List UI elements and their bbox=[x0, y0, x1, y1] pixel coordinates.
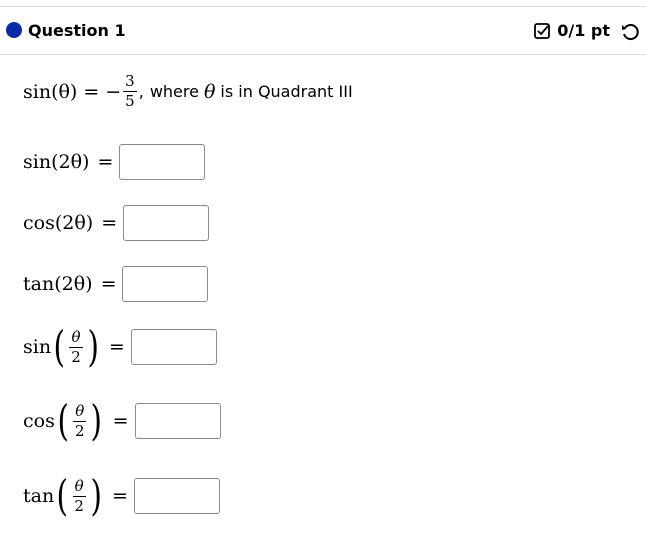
equals-sign: = bbox=[100, 273, 117, 295]
answer-input-cos-half-theta[interactable] bbox=[134, 403, 221, 439]
half-angle-fraction: θ 2 bbox=[69, 327, 83, 366]
equals-sign: = bbox=[101, 212, 118, 234]
prompt-fraction: 3 5 bbox=[123, 74, 137, 109]
row-cos-half-theta: cos ( θ 2 ) = bbox=[23, 400, 221, 442]
fn-label: sin bbox=[23, 151, 52, 173]
status-dot-icon bbox=[6, 22, 22, 38]
question-header: Question 1 0/1 pt bbox=[0, 7, 646, 55]
equals-sign: = bbox=[108, 336, 125, 358]
fraction-numerator: θ bbox=[75, 401, 85, 420]
answer-input-sin-half-theta[interactable] bbox=[130, 329, 217, 365]
answer-input-cos-2theta[interactable] bbox=[123, 205, 210, 241]
fraction-denominator: 5 bbox=[125, 92, 135, 110]
answer-input-tan-2theta[interactable] bbox=[122, 266, 209, 302]
prompt-comma: , bbox=[138, 82, 144, 101]
half-angle-fraction: θ 2 bbox=[72, 476, 86, 515]
equals-sign: = bbox=[97, 151, 114, 173]
right-paren: ) bbox=[90, 396, 103, 445]
right-paren: ) bbox=[90, 471, 102, 520]
fn-arg: (2θ) bbox=[54, 212, 94, 234]
right-paren: ) bbox=[86, 322, 99, 371]
fraction-denominator: 2 bbox=[74, 496, 84, 515]
row-cos-2theta: cos (2θ) = bbox=[23, 205, 210, 241]
row-tan-half-theta: tan ( θ 2 ) = bbox=[23, 475, 220, 517]
fraction-numerator: θ bbox=[74, 476, 84, 495]
prompt-minus: − bbox=[105, 80, 122, 103]
equals-sign: = bbox=[112, 485, 128, 507]
prompt-lhs: sin(θ) bbox=[23, 80, 78, 103]
fraction-denominator: 2 bbox=[74, 421, 85, 440]
fraction-denominator: 2 bbox=[71, 347, 81, 366]
prompt-line: sin(θ) = − 3 5 , where θ is in Quadrant … bbox=[23, 74, 353, 109]
fraction-numerator: 3 bbox=[125, 72, 135, 90]
row-tan-2theta: tan (2θ) = bbox=[23, 266, 209, 302]
fn-label: cos bbox=[23, 410, 55, 432]
row-sin-half-theta: sin ( θ 2 ) = bbox=[23, 326, 217, 368]
fn-arg: (2θ) bbox=[54, 273, 93, 295]
answer-input-tan-half-theta[interactable] bbox=[133, 478, 220, 514]
prompt-theta: θ bbox=[203, 80, 216, 103]
left-paren: ( bbox=[53, 322, 66, 371]
half-angle-fraction: θ 2 bbox=[73, 401, 87, 440]
row-sin-2theta: sin (2θ) = bbox=[23, 144, 206, 180]
fn-label: tan bbox=[23, 485, 55, 507]
fraction-numerator: θ bbox=[71, 327, 81, 346]
fn-label: cos bbox=[23, 212, 55, 234]
prompt-where: where bbox=[149, 82, 199, 101]
fn-arg: (2θ) bbox=[51, 151, 90, 173]
checkbox-check-icon bbox=[533, 22, 551, 40]
fn-label: sin bbox=[23, 336, 52, 358]
prompt-equals: = bbox=[83, 80, 100, 103]
left-paren: ( bbox=[57, 396, 69, 445]
answer-input-sin-2theta[interactable] bbox=[119, 144, 206, 180]
prompt-quadrant: is in Quadrant III bbox=[220, 82, 353, 101]
equals-sign: = bbox=[112, 410, 129, 432]
question-title: Question 1 bbox=[28, 21, 126, 40]
retry-icon[interactable] bbox=[620, 22, 640, 46]
fn-label: tan bbox=[23, 273, 55, 295]
score-display: 0/1 pt bbox=[533, 21, 610, 40]
score-text: 0/1 pt bbox=[557, 21, 610, 40]
left-paren: ( bbox=[56, 471, 69, 520]
